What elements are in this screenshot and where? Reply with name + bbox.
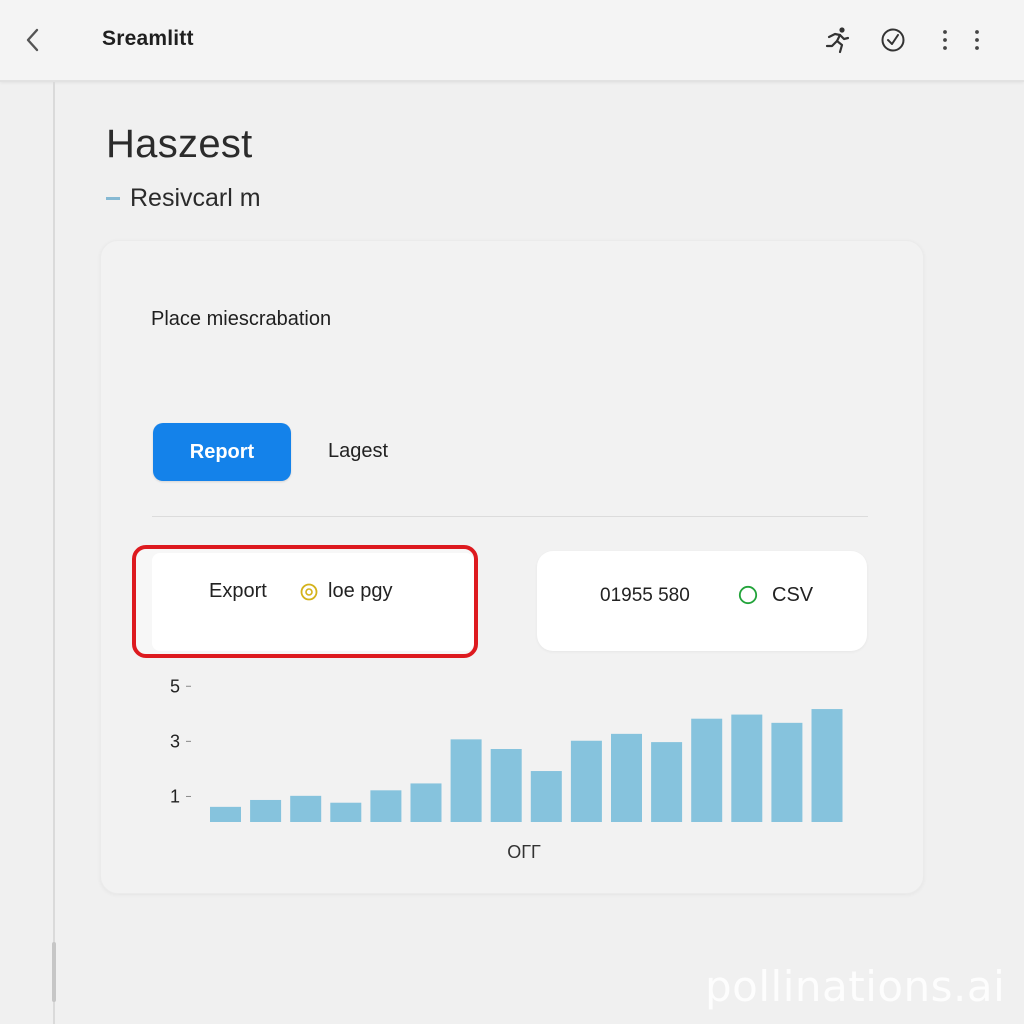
- chart-bar: [490, 749, 522, 822]
- chart-bar: [290, 795, 322, 822]
- more-options-button[interactable]: [929, 24, 961, 56]
- running-person-icon: [825, 27, 850, 54]
- app-title: Sreamlitt: [102, 27, 194, 50]
- chart-bar: [330, 802, 362, 822]
- sidebar-resize-handle[interactable]: [52, 942, 56, 1002]
- description-text: Place miescrabation: [151, 308, 332, 330]
- subheader-dash: [106, 197, 120, 200]
- back-button[interactable]: [18, 24, 48, 56]
- report-button[interactable]: Report: [153, 423, 291, 481]
- y-tick-label: 5: [170, 676, 180, 696]
- more-vertical-icon: [943, 30, 947, 50]
- radio-circle-icon: [300, 583, 318, 601]
- csv-radio[interactable]: [738, 585, 758, 605]
- tab-latest[interactable]: Lagest: [328, 440, 388, 463]
- chart-bar: [450, 739, 482, 822]
- sidebar-divider: [53, 82, 55, 1024]
- x-axis-label: OГГ: [507, 842, 541, 862]
- main-menu-button[interactable]: [961, 24, 993, 56]
- chart-bar: [771, 722, 803, 822]
- csv-label[interactable]: CSV: [772, 584, 813, 607]
- chart-bar: [530, 771, 562, 822]
- info-panel: [537, 551, 867, 651]
- divider: [152, 516, 868, 517]
- chart-bar: [651, 742, 683, 822]
- subheader-text: Resivcarl m: [130, 184, 261, 212]
- subheader: Resivcarl m: [106, 184, 261, 213]
- page-title: Haszest: [106, 122, 253, 166]
- chart-bar: [811, 709, 843, 822]
- status-check-button[interactable]: [877, 24, 909, 56]
- chart-bar: [611, 733, 642, 822]
- chart-bar: [410, 783, 442, 822]
- watermark: pollinations.ai: [705, 962, 1006, 1011]
- info-value: 01955 580: [600, 585, 690, 606]
- check-circle-icon: [881, 28, 905, 52]
- chevron-left-icon: [26, 28, 39, 52]
- y-tick-label: 1: [170, 786, 180, 806]
- y-tick-label: 3: [170, 731, 180, 751]
- top-bar: Sreamlitt: [0, 0, 1024, 82]
- chart-bar: [691, 718, 723, 822]
- more-vertical-icon: [975, 30, 979, 50]
- radio-option[interactable]: [300, 583, 318, 601]
- chart-bar: [570, 740, 602, 822]
- export-label[interactable]: Export: [209, 580, 267, 603]
- run-button[interactable]: [822, 24, 854, 56]
- chart-bar: [731, 714, 763, 822]
- chart-bar: [370, 790, 402, 822]
- radio-circle-icon: [738, 585, 758, 605]
- chart-bar: [250, 799, 282, 822]
- export-option-label[interactable]: loe pgy: [328, 580, 393, 603]
- bar-chart: 5 3 1 OГГ: [170, 676, 843, 862]
- chart-bar: [210, 806, 241, 822]
- export-panel: [152, 553, 474, 651]
